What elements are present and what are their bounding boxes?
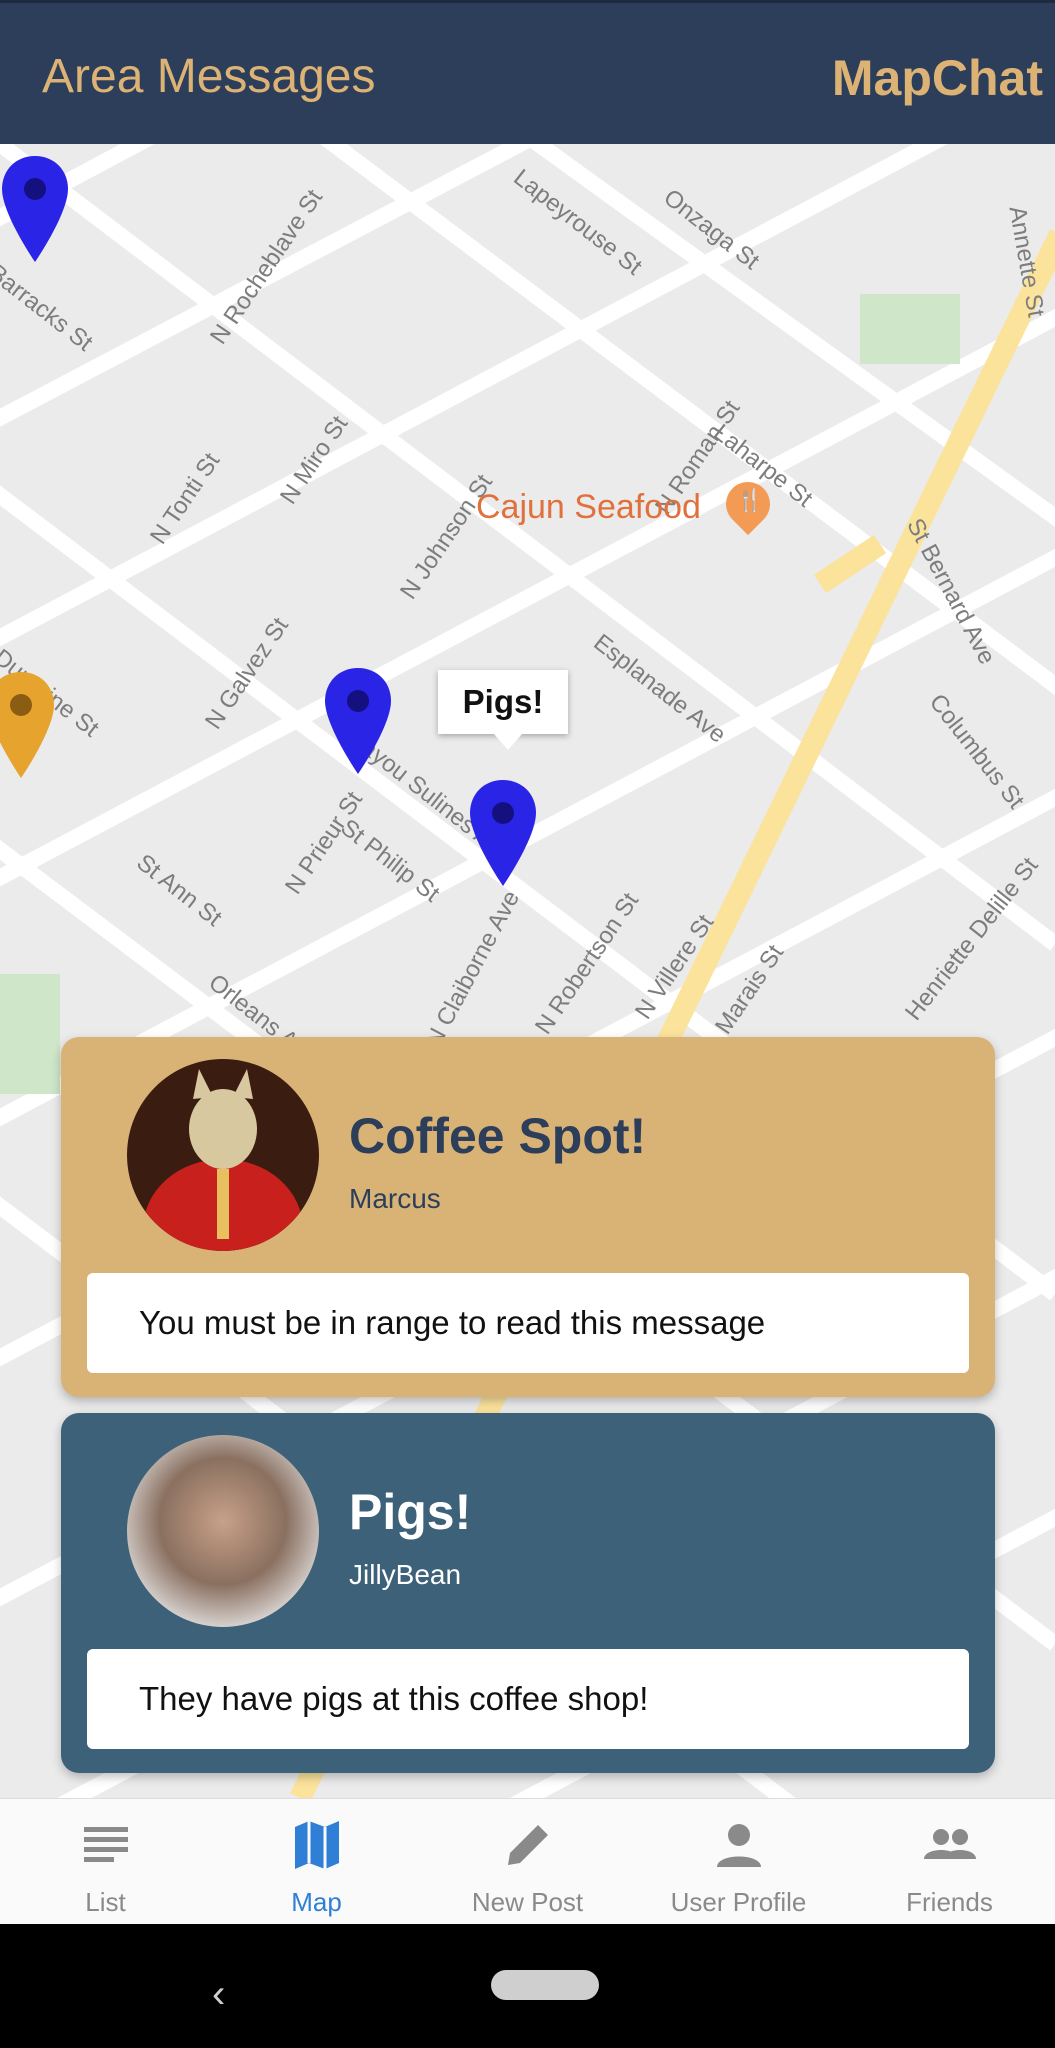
tab-map[interactable]: Map: [211, 1799, 422, 1925]
map-pin-icon[interactable]: [2, 156, 68, 262]
map-pin-icon[interactable]: [325, 668, 391, 774]
pencil-icon: [508, 1825, 548, 1865]
tab-label: New Post: [471, 1887, 584, 1917]
message-card[interactable]: Pigs! JillyBean They have pigs at this c…: [61, 1413, 995, 1773]
card-username: Marcus: [349, 1183, 441, 1214]
tab-label: Map: [291, 1887, 342, 1917]
card-title: Pigs!: [349, 1484, 472, 1540]
tab-label: User Profile: [670, 1887, 807, 1917]
map-pin-icon[interactable]: [0, 672, 54, 778]
tab-list[interactable]: List: [0, 1799, 211, 1925]
poi-label[interactable]: Cajun Seafood: [476, 488, 701, 527]
system-nav-bar: ‹: [0, 1924, 1055, 2048]
tab-user-profile[interactable]: User Profile: [633, 1799, 844, 1925]
map-icon: [295, 1821, 339, 1869]
bottom-tab-bar: List Map New Post User Profile Friends: [0, 1798, 1055, 1925]
person-icon: [717, 1824, 761, 1867]
tab-label: Friends: [906, 1887, 993, 1917]
card-title: Coffee Spot!: [349, 1108, 647, 1164]
home-pill-icon[interactable]: [491, 1970, 599, 2000]
page-title: Area Messages: [42, 50, 376, 103]
people-icon: [924, 1829, 976, 1859]
pin-callout[interactable]: Pigs!: [438, 670, 568, 750]
avatar: [127, 1435, 319, 1627]
map-pin-icon[interactable]: [470, 780, 536, 886]
app-brand: MapChat: [831, 50, 1043, 106]
card-message: You must be in range to read this messag…: [87, 1273, 969, 1373]
tab-friends[interactable]: Friends: [844, 1799, 1055, 1925]
app-header: Area Messages MapChat: [0, 0, 1055, 144]
card-message: They have pigs at this coffee shop!: [87, 1649, 969, 1749]
tab-label: List: [85, 1887, 126, 1917]
back-icon[interactable]: ‹: [212, 1972, 225, 2017]
tab-new-post[interactable]: New Post: [422, 1799, 633, 1925]
list-icon: [84, 1827, 128, 1862]
message-card[interactable]: Coffee Spot! Marcus You must be in range…: [61, 1037, 995, 1397]
avatar: [127, 1059, 319, 1251]
card-username: JillyBean: [349, 1559, 462, 1590]
